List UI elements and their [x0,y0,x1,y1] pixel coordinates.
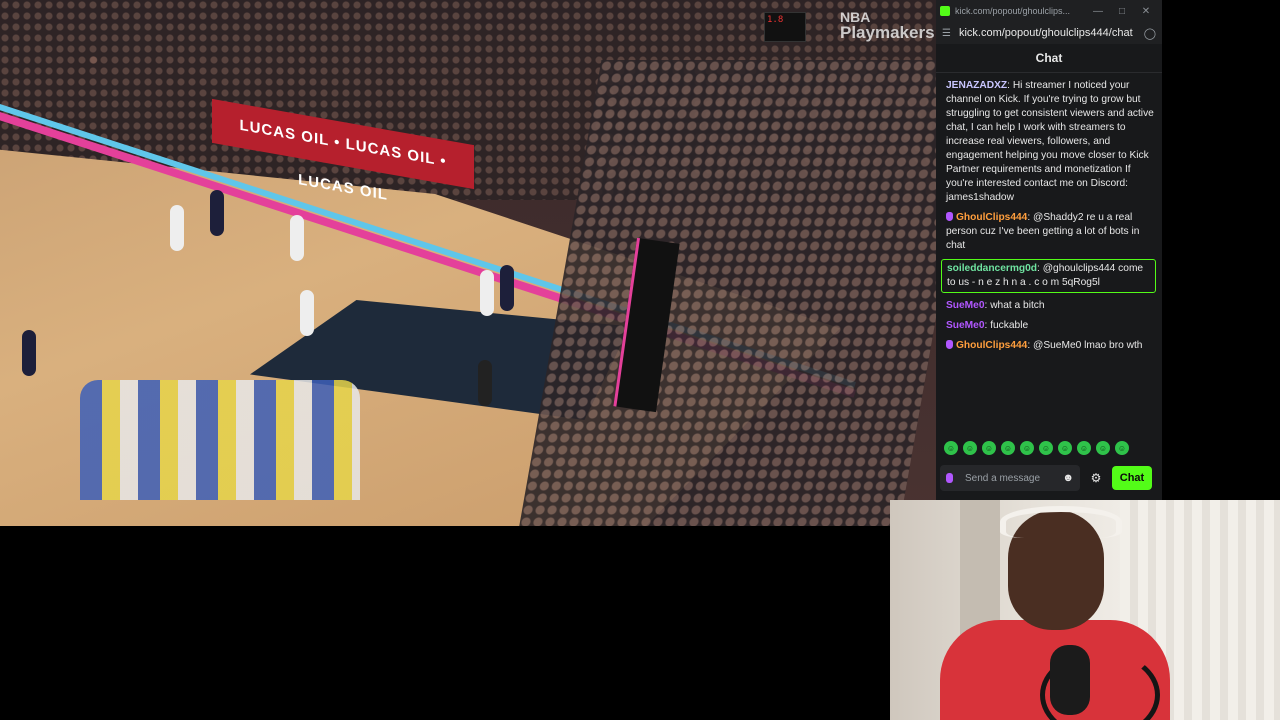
player [210,190,224,236]
nba-playmakers-watermark: NBA Playmakers [840,9,935,42]
chat-username[interactable]: JENAZADXZ [946,80,1007,91]
chat-message[interactable]: SueMe0: fuckable [946,319,1156,333]
chat-message[interactable]: JENAZADXZ: Hi streamer I noticed your ch… [946,79,1156,205]
emoji-icon[interactable]: ☻ [1062,472,1074,484]
streamer-webcam [890,500,1280,720]
microphone [1050,645,1090,715]
chat-text: what a bitch [990,300,1045,311]
url-text[interactable]: kick.com/popout/ghoulclips444/chat [959,27,1144,39]
team-bench [80,380,360,500]
chat-input-placeholder: Send a message [965,472,1041,484]
badge-icon [946,473,953,483]
chat-header: Chat [936,44,1162,73]
window-title: kick.com/popout/ghoulclips... [955,6,1071,16]
chat-username[interactable]: soileddancermg0d [947,263,1037,274]
emote-4-icon[interactable]: ☺ [1001,441,1015,455]
emote-9-icon[interactable]: ☺ [1096,441,1110,455]
send-chat-button[interactable]: Chat [1112,466,1152,490]
emote-2-icon[interactable]: ☺ [963,441,977,455]
player [170,205,184,251]
player [500,265,514,311]
chat-input[interactable]: Send a message ☻ [940,465,1080,491]
player [480,270,494,316]
chat-text: @SueMe0 lmao bro wth [1033,340,1143,351]
emote-5-icon[interactable]: ☺ [1020,441,1034,455]
game-video: LUCAS OIL • LUCAS OIL • LUCAS OIL 1.8 NB… [0,0,936,526]
emote-1-icon[interactable]: ☺ [944,441,958,455]
chat-input-row: Send a message ☻ ⚙ Chat [940,464,1158,492]
chat-popout-window: kick.com/popout/ghoulclips... — □ ✕ ☰ ki… [936,0,1162,500]
chat-message-list[interactable]: JENAZADXZ: Hi streamer I noticed your ch… [936,73,1162,353]
chat-message[interactable]: GhoulClips444: @Shaddy2 re u a real pers… [946,211,1156,253]
chat-username[interactable]: GhoulClips444 [956,212,1027,223]
chat-message[interactable]: soileddancermg0d: @ghoulclips444 come to… [941,259,1156,293]
mic-badge-icon [946,212,953,221]
quick-emote-bar: ☺ ☺ ☺ ☺ ☺ ☺ ☺ ☺ ☺ ☺ [944,441,1129,455]
minimize-button[interactable]: — [1086,6,1110,17]
emote-7-icon[interactable]: ☺ [1058,441,1072,455]
gear-icon[interactable]: ⚙ [1086,471,1106,485]
close-button[interactable]: ✕ [1134,6,1158,17]
streamer-headband [1000,506,1122,538]
address-bar[interactable]: ☰ kick.com/popout/ghoulclips444/chat ◯ [936,22,1162,44]
window-titlebar[interactable]: kick.com/popout/ghoulclips... — □ ✕ [936,0,1162,22]
shot-clock: 1.8 [764,12,806,42]
kick-logo-icon [940,6,950,16]
site-settings-icon[interactable]: ☰ [942,28,951,39]
emote-3-icon[interactable]: ☺ [982,441,996,455]
chat-username[interactable]: SueMe0 [946,320,985,331]
player [300,290,314,336]
chat-username[interactable]: SueMe0 [946,300,985,311]
chat-message[interactable]: GhoulClips444: @SueMe0 lmao bro wth [946,339,1156,353]
referee [478,360,492,406]
chat-message[interactable]: SueMe0: what a bitch [946,299,1156,313]
emote-10-icon[interactable]: ☺ [1115,441,1129,455]
chat-text: Hi streamer I noticed your channel on Ki… [946,80,1154,203]
emote-8-icon[interactable]: ☺ [1077,441,1091,455]
player [290,215,304,261]
eye-off-icon[interactable]: ◯ [1144,27,1156,40]
mic-badge-icon [946,340,953,349]
player [22,330,36,376]
maximize-button[interactable]: □ [1110,6,1134,17]
emote-6-icon[interactable]: ☺ [1039,441,1053,455]
chat-text: fuckable [990,320,1029,331]
chat-username[interactable]: GhoulClips444 [956,340,1027,351]
